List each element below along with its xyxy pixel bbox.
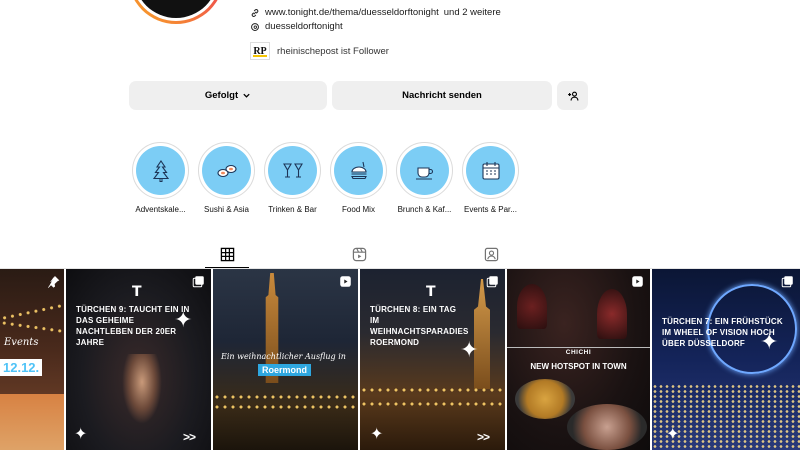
add-user-icon	[567, 91, 578, 101]
rheinischepost-logo: RP	[250, 42, 270, 60]
highlight-label: Food Mix	[342, 205, 375, 214]
posts-grid: Events 12.12. T TÜRCHEN 9: TAUCHT EIN IN…	[0, 269, 800, 450]
website-url[interactable]: www.tonight.de/thema/duesseldorftonight	[265, 7, 439, 18]
cocktail-glasses-icon	[282, 162, 303, 178]
highlight-label: Adventskale...	[135, 205, 186, 214]
post-title: NEW HOTSPOT IN TOWN	[530, 362, 627, 371]
carousel-icon	[486, 276, 498, 288]
tonight-logo: T	[426, 284, 436, 300]
post-overlay-text: Events	[4, 337, 39, 348]
post-title: Roermond	[258, 364, 311, 376]
chevron-down-icon	[243, 93, 250, 98]
highlight-label: Brunch & Kaf...	[397, 205, 452, 214]
profile-link-threads[interactable]: duesseldorftonight	[250, 21, 343, 32]
calendar-icon	[481, 161, 500, 180]
following-button[interactable]: Gefolgt	[129, 81, 327, 110]
profile-tabs	[0, 240, 800, 270]
post-label: CHICHI	[565, 349, 592, 356]
suggest-accounts-button[interactable]	[557, 81, 588, 110]
story-highlights: Adventskale... Sushi & Asia Trinken & Ba…	[132, 142, 519, 214]
swipe-arrows: >>	[476, 430, 490, 444]
threads-handle[interactable]: duesseldorftonight	[265, 21, 343, 32]
grid-icon	[220, 247, 234, 261]
followed-by-row[interactable]: RP rheinischepost ist Follower	[250, 42, 389, 60]
carousel-icon	[781, 276, 793, 288]
profile-link-website[interactable]: www.tonight.de/thema/duesseldorftonight …	[250, 7, 501, 18]
highlight-label: Sushi & Asia	[204, 205, 249, 214]
post-tile[interactable]: T TÜRCHEN 9: TAUCHT EIN IN DAS GEHEIME N…	[66, 269, 211, 450]
pin-icon	[47, 275, 60, 288]
tonight-logo: T	[132, 284, 142, 300]
christmas-tree-icon	[152, 159, 169, 182]
reel-icon	[340, 276, 351, 287]
post-tile[interactable]: T TÜRCHEN 8: EIN TAG IM WEIHNACHTSPARADI…	[360, 269, 505, 450]
following-label: Gefolgt	[204, 90, 239, 101]
followed-by-text[interactable]: rheinischepost ist Follower	[277, 46, 389, 57]
link-icon	[251, 8, 259, 17]
highlight-label: Trinken & Bar	[268, 205, 317, 214]
send-message-label: Nachricht senden	[402, 90, 482, 101]
more-links-text[interactable]: und 2 weitere	[444, 7, 501, 18]
threads-icon	[251, 22, 259, 31]
post-title: TÜRCHEN 8: EIN TAG IM WEIHNACHTSPARADIES…	[370, 305, 469, 347]
post-tile[interactable]: Ein weihnachtlicher Ausflug in Roermond	[213, 269, 358, 450]
tab-reels[interactable]	[337, 240, 381, 268]
post-tile[interactable]: Events 12.12.	[0, 269, 64, 450]
highlight-trinken-bar[interactable]: Trinken & Bar	[264, 142, 321, 214]
swipe-arrows: >>	[182, 430, 196, 444]
post-subtitle: Ein weihnachtlicher Ausflug in	[221, 352, 346, 361]
post-date-label: 12.12.	[0, 359, 43, 376]
highlight-sushi-asia[interactable]: Sushi & Asia	[198, 142, 255, 214]
highlight-label: Events & Par...	[464, 205, 517, 214]
tab-tagged[interactable]	[469, 240, 513, 268]
burger-icon	[350, 161, 367, 179]
active-tab-indicator	[205, 267, 249, 268]
tab-posts[interactable]	[205, 240, 249, 268]
highlight-events-party[interactable]: Events & Par...	[462, 142, 519, 214]
send-message-button[interactable]: Nachricht senden	[332, 81, 552, 110]
coffee-cup-icon	[415, 166, 433, 180]
profile-avatar[interactable]	[128, 0, 224, 24]
sushi-icon	[216, 164, 237, 177]
reels-icon	[352, 247, 366, 261]
post-tile[interactable]: TÜRCHEN 7: EIN FRÜHSTÜCK IM WHEEL OF VIS…	[652, 269, 800, 450]
reel-icon	[632, 276, 643, 287]
post-tile[interactable]: CHICHI NEW HOTSPOT IN TOWN	[507, 269, 650, 450]
tagged-icon	[484, 247, 498, 261]
highlight-food-mix[interactable]: Food Mix	[330, 142, 387, 214]
carousel-icon	[192, 276, 204, 288]
highlight-brunch-kaffee[interactable]: Brunch & Kaf...	[396, 142, 453, 214]
highlight-adventskalender[interactable]: Adventskale...	[132, 142, 189, 214]
